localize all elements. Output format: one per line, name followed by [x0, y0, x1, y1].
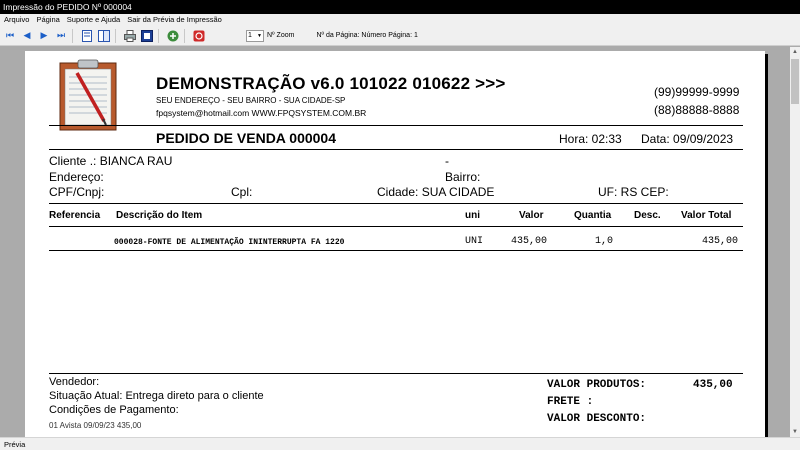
zoom-select[interactable]: 1 ▼	[246, 29, 264, 42]
discount-label: VALOR DESCONTO:	[547, 413, 647, 425]
client-state-zip: UF: RS CEP:	[598, 185, 669, 199]
freight-label: FRETE :	[547, 396, 594, 408]
col-header-desc: Desc.	[634, 210, 661, 221]
client-address: Endereço:	[49, 170, 104, 184]
page-label: Nº da Página: Número Página: 1	[316, 32, 418, 39]
col-header-quantia: Quantia	[574, 210, 612, 221]
payment-installment: 01 Avista 09/09/23 435,00	[49, 421, 142, 430]
client-city: Cidade: SUA CIDADE	[377, 185, 495, 199]
company-name: DEMONSTRAÇÃO v6.0 101022 010622 >>>	[156, 74, 506, 93]
company-contact: fpqsystem@hotmail.com WWW.FPQSYSTEM.COM.…	[156, 108, 367, 118]
order-title: PEDIDO DE VENDA 000004	[156, 130, 336, 146]
company-address: SEU ENDEREÇO - SEU BAIRRO - SUA CIDADE-S…	[156, 96, 346, 105]
status-bar: Prévia	[0, 437, 800, 450]
company-phone-1: (99)99999-9999	[654, 85, 740, 99]
print-setup-icon[interactable]	[140, 29, 154, 43]
last-page-icon[interactable]: ⏭	[54, 29, 68, 43]
client-district: Bairro:	[445, 170, 481, 184]
window-title: Impressão do PEDIDO Nº 000004	[0, 0, 800, 14]
print-icon[interactable]	[123, 29, 137, 43]
company-phone-2: (88)88888-8888	[654, 103, 740, 117]
export-icon[interactable]	[166, 29, 180, 43]
menu-pagina[interactable]: Página	[32, 14, 62, 26]
divider	[49, 125, 743, 126]
close-icon[interactable]	[192, 29, 206, 43]
next-page-icon[interactable]: ▶	[37, 29, 51, 43]
divider	[49, 149, 743, 150]
menu-sair-previa[interactable]: Sair da Prévia de Impressão	[123, 14, 225, 26]
item-unit: UNI	[465, 236, 484, 247]
col-header-referencia: Referencia	[49, 210, 101, 221]
report-page: DEMONSTRAÇÃO v6.0 101022 010622 >>> SEU …	[25, 51, 765, 437]
col-header-valor: Valor	[519, 210, 544, 221]
order-date: Data: 09/09/2023	[641, 132, 734, 146]
divider	[49, 203, 743, 204]
single-page-icon[interactable]	[80, 29, 94, 43]
clipboard-logo-icon	[59, 59, 117, 131]
seller: Vendedor:	[49, 376, 100, 388]
menu-suporte[interactable]: Suporte e Ajuda	[63, 14, 123, 26]
client-name: Cliente .: BIANCA RAU	[49, 154, 173, 168]
vertical-scrollbar[interactable]: ▲ ▼	[790, 47, 800, 437]
item-value: 435,00	[511, 236, 548, 247]
col-header-total: Valor Total	[681, 210, 732, 221]
two-pages-icon[interactable]	[97, 29, 111, 43]
divider	[49, 226, 743, 227]
client-cpl: Cpl:	[231, 185, 253, 199]
zoom-value: 1	[248, 32, 252, 39]
preview-viewport[interactable]: DEMONSTRAÇÃO v6.0 101022 010622 >>> SEU …	[0, 47, 790, 437]
client-dash: -	[445, 154, 449, 168]
prev-page-icon[interactable]: ◀	[20, 29, 34, 43]
payment-conditions: Condições de Pagamento:	[49, 404, 179, 416]
divider	[49, 250, 743, 251]
zoom-label: Nº Zoom	[267, 32, 295, 39]
total-products-label: VALOR PRODUTOS:	[547, 379, 647, 391]
client-cpf: CPF/Cnpj:	[49, 185, 105, 199]
chevron-down-icon: ▼	[257, 32, 262, 39]
toolbar-separator	[158, 28, 159, 43]
status-current: Situação Atual: Entrega direto para o cl…	[49, 390, 264, 402]
toolbar-separator	[115, 28, 116, 43]
col-header-descricao: Descrição do Item	[116, 210, 203, 221]
item-description: 000028-FONTE DE ALIMENTAÇÃO ININTERRUPTA…	[114, 238, 345, 247]
divider	[49, 373, 743, 374]
toolbar: ⏮ ◀ ▶ ⏭ 1 ▼ Nº Zoom Nº da Página: Número…	[0, 26, 800, 46]
toolbar-separator	[184, 28, 185, 43]
scroll-up-icon[interactable]: ▲	[790, 47, 800, 57]
menu-bar: Arquivo Página Suporte e Ajuda Sair da P…	[0, 14, 800, 26]
first-page-icon[interactable]: ⏮	[3, 29, 17, 43]
item-quantity: 1,0	[595, 236, 614, 247]
scroll-thumb[interactable]	[791, 59, 799, 104]
order-time: Hora: 02:33	[559, 132, 622, 146]
scroll-down-icon[interactable]: ▼	[790, 427, 800, 437]
item-total: 435,00	[702, 236, 739, 247]
toolbar-separator	[72, 28, 73, 43]
col-header-uni: uni	[465, 210, 480, 221]
total-products-value: 435,00	[693, 379, 733, 391]
menu-arquivo[interactable]: Arquivo	[0, 14, 32, 26]
